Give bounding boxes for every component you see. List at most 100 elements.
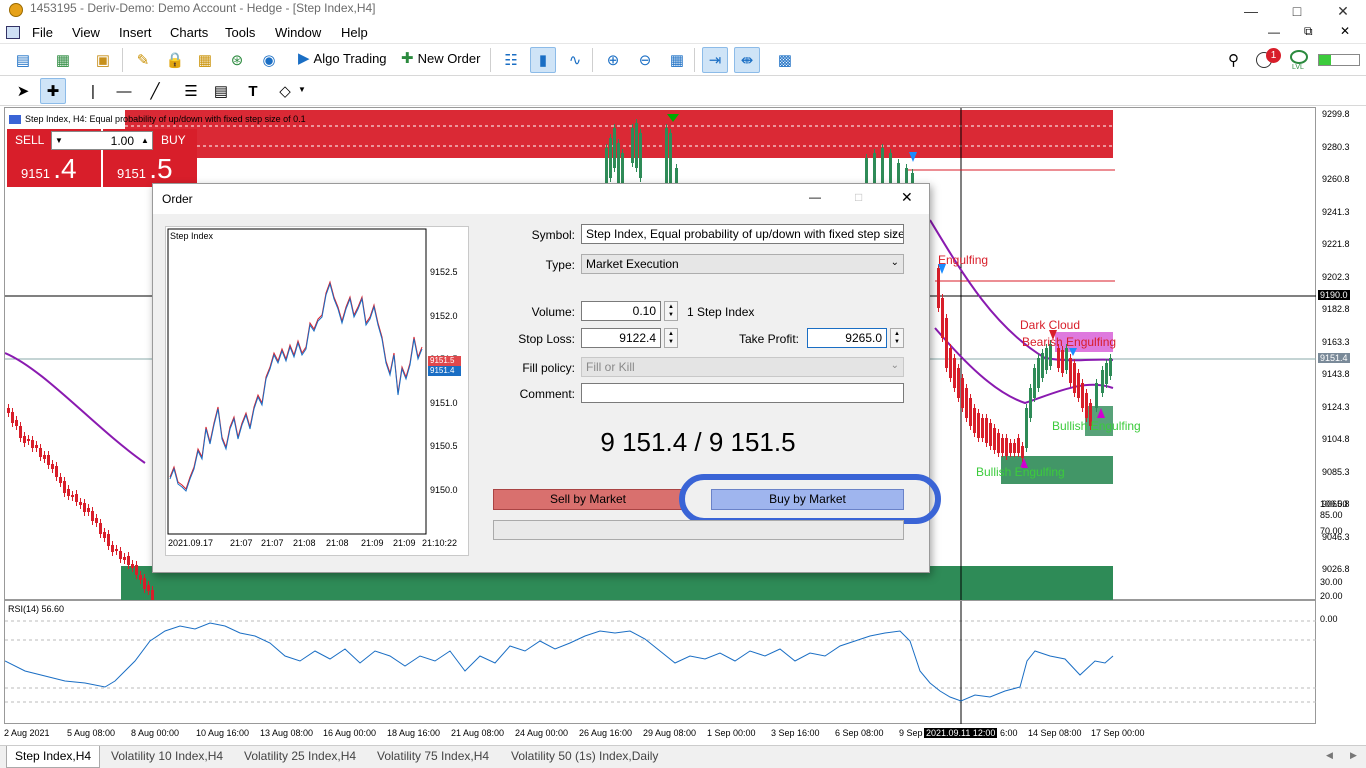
one-click-volume[interactable]: ▼ 1.00 ▲ — [51, 131, 153, 150]
shapes-icon[interactable]: ◇ — [272, 78, 298, 104]
volume-up-icon[interactable]: ▲ — [138, 136, 152, 145]
symbol-select[interactable]: Step Index, Equal probability of up/down… — [581, 224, 904, 244]
new-chart-icon[interactable]: ▤ — [10, 47, 36, 73]
zoom-out-icon[interactable]: ⊖ — [632, 47, 658, 73]
algo-trading-button[interactable]: ▶ Algo Trading — [298, 49, 387, 67]
dialog-maximize-icon[interactable]: □ — [855, 190, 862, 204]
chart-shift-icon[interactable]: ⇼ — [734, 47, 760, 73]
connection-bar[interactable] — [1318, 54, 1360, 66]
candle — [35, 445, 38, 448]
templates-icon[interactable]: ▩ — [772, 47, 798, 73]
one-click-panel: SELL 9151 .4 BUY 9151 .5 ▼ 1.00 ▲ — [7, 129, 197, 187]
signals-icon[interactable]: ⊛ — [224, 47, 250, 73]
candle — [945, 318, 948, 368]
menu-charts[interactable]: Charts — [170, 25, 208, 40]
vertical-line-icon[interactable]: | — [80, 78, 106, 104]
one-click-volume-value[interactable]: 1.00 — [66, 134, 138, 148]
fibo-fan-icon[interactable]: ▤ — [208, 78, 234, 104]
take-profit-stepper[interactable]: ▲ ▼ — [890, 328, 904, 348]
volume-down-icon[interactable]: ▼ — [52, 136, 66, 145]
search-icon[interactable]: ⚲ — [1228, 51, 1239, 69]
take-profit-input[interactable]: 9265.0 — [807, 328, 887, 348]
menu-view[interactable]: View — [72, 25, 100, 40]
menu-window[interactable]: Window — [275, 25, 321, 40]
chevron-down-icon: ⌄ — [890, 257, 899, 268]
close-icon[interactable]: ✕ — [1320, 0, 1366, 22]
minimize-icon[interactable]: — — [1228, 0, 1274, 22]
lock-icon[interactable]: 🔒 — [162, 47, 188, 73]
stop-loss-input[interactable]: 9122.4 — [581, 328, 661, 348]
price-axis-label: 9260.8 — [1322, 174, 1350, 184]
new-order-button[interactable]: ✚ New Order — [401, 49, 480, 67]
price-axis-label: 9104.8 — [1322, 434, 1350, 444]
tick-chart-x-label: 21:10:22 — [422, 538, 458, 548]
candle — [139, 575, 142, 580]
stop-loss-stepper[interactable]: ▲ ▼ — [664, 328, 678, 348]
time-axis-label: 26 Aug 16:00 — [579, 728, 633, 738]
autoscroll-icon[interactable]: ⇥ — [702, 47, 728, 73]
fibonacci-icon[interactable]: ☰ — [178, 78, 204, 104]
chevron-down-icon: ⌄ — [890, 227, 899, 238]
time-axis-label: 24 Aug 00:00 — [515, 728, 569, 738]
title-bar: 1453195 - Deriv-Demo: Demo Account - Hed… — [0, 0, 1366, 22]
comment-input[interactable] — [581, 383, 904, 403]
line-chart-icon[interactable]: ∿ — [562, 47, 588, 73]
volume-input[interactable]: 0.10 — [581, 301, 661, 321]
candle — [55, 466, 58, 477]
bar-chart-icon[interactable]: ☷ — [498, 47, 524, 73]
tabs-scroll-left-icon[interactable]: ◀ — [1326, 750, 1333, 761]
sell-by-market-button[interactable]: Sell by Market — [493, 489, 683, 510]
time-axis[interactable]: 2 Aug 2021 5 Aug 08:00 8 Aug 00:00 10 Aug 1… — [0, 724, 1366, 744]
edit-icon[interactable]: ✎ — [130, 47, 156, 73]
trendline-icon[interactable]: ╱ — [142, 78, 168, 104]
type-select[interactable]: Market Execution ⌄ — [581, 254, 904, 274]
market-watch-icon[interactable]: ▣ — [90, 47, 116, 73]
tile-windows-icon[interactable]: ▦ — [664, 47, 690, 73]
time-axis-label: 6 Sep 08:00 — [835, 728, 884, 738]
tick-chart-x-label: 21:07 — [230, 538, 253, 548]
candle — [989, 423, 992, 446]
time-axis-label: 18 Aug 16:00 — [387, 728, 441, 738]
menu-file[interactable]: File — [32, 25, 53, 40]
document-icon[interactable] — [6, 26, 20, 39]
candle — [63, 481, 66, 493]
profiles-icon[interactable]: ▦ — [50, 47, 76, 73]
child-close-icon[interactable]: ✕ — [1340, 24, 1350, 38]
horizontal-line-icon[interactable]: — — [111, 78, 137, 104]
market-icon[interactable]: ◉ — [256, 47, 282, 73]
rsi-axis-label: 30.00 — [1320, 577, 1343, 587]
crosshair-icon[interactable]: ✚ — [40, 78, 66, 104]
strategy-tester-icon[interactable]: ▦ — [192, 47, 218, 73]
text-icon[interactable]: T — [240, 78, 266, 104]
rsi-panel[interactable]: RSI(14) 56.60 — [4, 600, 1317, 725]
signal-strength-icon[interactable] — [1290, 50, 1308, 64]
dialog-close-icon[interactable]: ✕ — [901, 189, 913, 206]
tick-chart-x-label: 21:07 — [261, 538, 284, 548]
candle — [1021, 446, 1024, 458]
tabs-scroll-right-icon[interactable]: ▶ — [1350, 750, 1357, 761]
tab-volatility-10[interactable]: Volatility 10 Index,H4 — [111, 749, 223, 763]
tab-volatility-50-1s[interactable]: Volatility 50 (1s) Index,Daily — [511, 749, 658, 763]
maximize-icon[interactable]: □ — [1274, 0, 1320, 22]
zoom-in-icon[interactable]: ⊕ — [600, 47, 626, 73]
buy-label: BUY — [161, 133, 186, 147]
menu-help[interactable]: Help — [341, 25, 368, 40]
shapes-dropdown-icon[interactable]: ▼ — [298, 85, 306, 94]
symbol-value: Step Index, Equal probability of up/down… — [586, 227, 904, 241]
child-restore-icon[interactable]: ⧉ — [1304, 24, 1313, 39]
tab-step-index[interactable]: Step Index,H4 — [6, 746, 101, 768]
candlestick-icon[interactable]: ▮ — [530, 47, 556, 73]
menu-insert[interactable]: Insert — [119, 25, 152, 40]
tab-volatility-75[interactable]: Volatility 75 Index,H4 — [377, 749, 489, 763]
tick-chart-x-label: 21:08 — [326, 538, 349, 548]
child-minimize-icon[interactable]: — — [1268, 25, 1280, 39]
cursor-icon[interactable]: ➤ — [10, 78, 36, 104]
candle — [111, 545, 114, 552]
price-axis[interactable]: 9299.8 9280.3 9260.8 9241.3 9221.8 9202.3 9182… — [1316, 107, 1366, 724]
tab-volatility-25[interactable]: Volatility 25 Index,H4 — [244, 749, 356, 763]
menu-tools[interactable]: Tools — [225, 25, 255, 40]
sell-price-big: .4 — [53, 153, 77, 184]
volume-stepper[interactable]: ▲ ▼ — [664, 301, 678, 321]
candle — [961, 378, 964, 408]
dialog-minimize-icon[interactable]: — — [809, 190, 821, 204]
